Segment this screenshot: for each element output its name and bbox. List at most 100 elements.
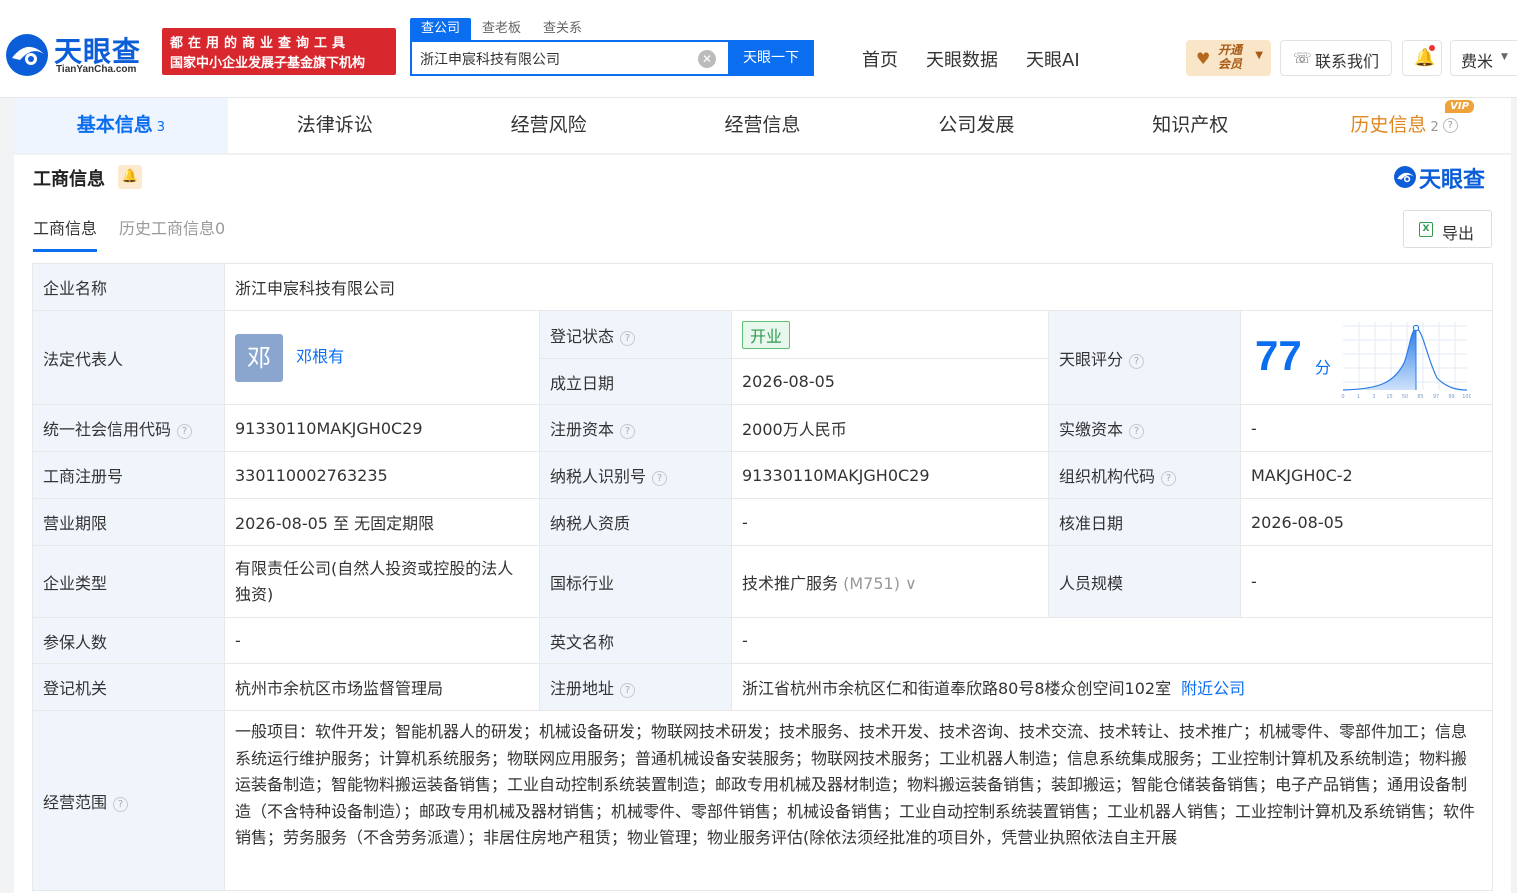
staff-size-value: -	[1240, 545, 1493, 618]
help-icon[interactable]: ?	[652, 471, 668, 486]
score-label: 天眼评分	[1059, 349, 1124, 369]
slogan-line2: 国家中小企业发展子基金旗下机构	[170, 56, 366, 71]
tab-development[interactable]: 公司发展	[869, 98, 1083, 153]
taxpayer-id-label-cell: 纳税人识别号?	[539, 451, 732, 499]
search-tab-company[interactable]: 查公司	[410, 18, 472, 40]
top-nav: 首页 天眼数据 天眼AI	[848, 46, 1094, 72]
tab-risk[interactable]: 经营风险	[442, 98, 656, 153]
insured-value: -	[224, 617, 540, 664]
unread-dot	[1429, 45, 1435, 51]
export-button[interactable]: X 导出	[1403, 210, 1492, 248]
industry-code: (M751)	[843, 573, 900, 593]
vip-badge: VIP	[1445, 100, 1474, 113]
staff-size-label: 人员规模	[1048, 545, 1241, 618]
subtab-business-info[interactable]: 工商信息	[33, 215, 98, 252]
score-tick-label: 99	[1448, 394, 1454, 400]
subtab-history-business-info[interactable]: 历史工商信息0	[119, 215, 225, 252]
clear-icon[interactable]: ✕	[698, 50, 716, 68]
help-icon[interactable]: ?	[620, 330, 636, 346]
company-name-value: 浙江申宸科技有限公司	[224, 263, 1493, 311]
help-icon[interactable]: ?	[1161, 471, 1177, 486]
insured-label: 参保人数	[32, 617, 225, 664]
search-type-tabs: 查公司 查老板 查关系	[410, 18, 593, 40]
reg-address-value: 浙江省杭州市余杭区仁和街道奉欣路80号8楼众创空间102室	[742, 679, 1172, 698]
industry-cell[interactable]: 技术推广服务 (M751) ∨	[731, 545, 1049, 618]
info-sub-tabs: 工商信息 历史工商信息0	[33, 215, 225, 252]
help-icon[interactable]: ?	[177, 424, 193, 439]
tab-label: 公司发展	[938, 114, 1015, 136]
found-date-value: 2026-08-05	[731, 358, 1049, 405]
help-icon[interactable]: ?	[620, 424, 636, 439]
nearby-companies-link[interactable]: 附近公司	[1181, 679, 1245, 698]
reg-status-label-cell: 登记状态?	[539, 310, 732, 359]
company-main-tabs: 基本信息 3 法律诉讼 经营风险 经营信息 公司发展 知识产权 历史信息 2? VIP	[14, 98, 1511, 154]
bell-icon: 🔔	[1414, 48, 1436, 68]
export-label: 导出	[1442, 224, 1475, 243]
slogan-banner: 都在用的商业查询工具 国家中小企业发展子基金旗下机构	[162, 28, 396, 75]
term-value: 2026-08-05 至 无固定期限	[224, 498, 540, 546]
help-icon[interactable]: ?	[113, 796, 129, 812]
avatar[interactable]: 邓	[235, 333, 283, 382]
business-info-panel: 工商信息 🔔 天眼查 工商信息 历史工商信息0 X 导出 企业名称 浙江申宸科技…	[14, 155, 1511, 893]
subscribe-bell-icon[interactable]: 🔔	[118, 165, 142, 189]
search-button[interactable]: 天眼一下	[728, 40, 814, 76]
notification-button[interactable]: 🔔	[1402, 40, 1442, 76]
contact-label: 联系我们	[1315, 52, 1380, 71]
score-distribution-chart: 0 1 3 15 50 85 97 99 100	[1341, 321, 1471, 400]
help-icon[interactable]: ?	[1442, 118, 1458, 133]
help-icon[interactable]: ?	[1129, 424, 1145, 439]
tab-label: 基本信息	[76, 114, 153, 136]
search-tab-boss[interactable]: 查老板	[471, 18, 532, 40]
tianyancha-logo[interactable]: 天眼查 TianYanCha.com	[4, 30, 154, 78]
tab-basic-info[interactable]: 基本信息 3	[14, 98, 228, 153]
company-type-value: 有限责任公司(自然人投资或控股的法人独资)	[224, 545, 540, 618]
table-row: 经营范围? 一般项目：软件开发；智能机器人的研发；机械设备研发；物联网技术研发；…	[32, 710, 1493, 891]
legal-rep-link[interactable]: 邓根有	[296, 347, 344, 366]
taxpayer-id-label: 纳税人识别号	[550, 467, 647, 486]
user-menu[interactable]: 费米 ▼	[1450, 40, 1517, 76]
legal-rep-cell: 邓 邓根有	[224, 310, 540, 405]
table-row: 工商注册号 330110002763235 纳税人识别号? 91330110MA…	[32, 451, 1493, 499]
score-tick-label: 15	[1386, 394, 1392, 400]
nav-home[interactable]: 首页	[848, 46, 912, 72]
tab-ip[interactable]: 知识产权	[1083, 98, 1297, 153]
tab-count: 2	[1430, 120, 1439, 135]
paid-capital-label-cell: 实缴资本?	[1048, 404, 1241, 452]
logo-eye-icon	[6, 34, 48, 76]
reg-capital-label: 注册资本	[550, 420, 615, 439]
industry-label: 国标行业	[539, 545, 732, 618]
org-code-label: 组织机构代码	[1059, 467, 1156, 486]
contact-button[interactable]: ☏ 联系我们	[1280, 40, 1392, 76]
tab-operation[interactable]: 经营信息	[656, 98, 870, 153]
open-vip-button[interactable]: ♥ 开通会员 ▼	[1186, 40, 1271, 76]
credit-code-label: 统一社会信用代码	[43, 420, 172, 439]
score-tick-label: 0	[1341, 394, 1344, 400]
search-tab-relation[interactable]: 查关系	[532, 18, 593, 40]
table-row: 法定代表人 邓 邓根有 登记状态? 开业 天眼评分? 77 分 0 1 3 15…	[32, 310, 1493, 405]
reg-address-cell: 浙江省杭州市余杭区仁和街道奉欣路80号8楼众创空间102室 附近公司	[731, 663, 1493, 711]
score-cell[interactable]: 77 分 0 1 3 15 50 85 97 99 100	[1240, 310, 1493, 405]
reg-no-value: 330110002763235	[224, 451, 540, 499]
table-row: 登记机关 杭州市余杭区市场监督管理局 注册地址? 浙江省杭州市余杭区仁和街道奉欣…	[32, 663, 1493, 711]
reg-address-label-cell: 注册地址?	[539, 663, 732, 711]
nav-ai[interactable]: 天眼AI	[1012, 46, 1094, 72]
search-input[interactable]	[420, 48, 690, 70]
company-name-label: 企业名称	[32, 263, 225, 311]
table-row: 统一社会信用代码? 91330110MAKJGH0C29 注册资本? 2000万…	[32, 404, 1493, 452]
paid-capital-label: 实缴资本	[1059, 420, 1124, 439]
tab-history[interactable]: 历史信息 2? VIP	[1297, 98, 1511, 153]
reg-no-label: 工商注册号	[32, 451, 225, 499]
english-name-value: -	[731, 617, 1493, 664]
tab-legal[interactable]: 法律诉讼	[228, 98, 442, 153]
score-tick-label: 50	[1402, 394, 1408, 400]
help-icon[interactable]: ?	[1129, 353, 1145, 369]
brand-text: 天眼查	[1419, 168, 1486, 193]
paid-capital-value: -	[1240, 404, 1493, 452]
score-tick-label: 97	[1433, 394, 1439, 400]
tab-label: 经营风险	[510, 114, 587, 136]
table-row: 营业期限 2026-08-05 至 无固定期限 纳税人资质 - 核准日期 202…	[32, 498, 1493, 546]
help-icon[interactable]: ?	[620, 683, 636, 698]
tab-count: 3	[156, 120, 166, 135]
top-header: 天眼查 TianYanCha.com 都在用的商业查询工具 国家中小企业发展子基…	[0, 0, 1517, 98]
nav-data[interactable]: 天眼数据	[912, 46, 1012, 72]
